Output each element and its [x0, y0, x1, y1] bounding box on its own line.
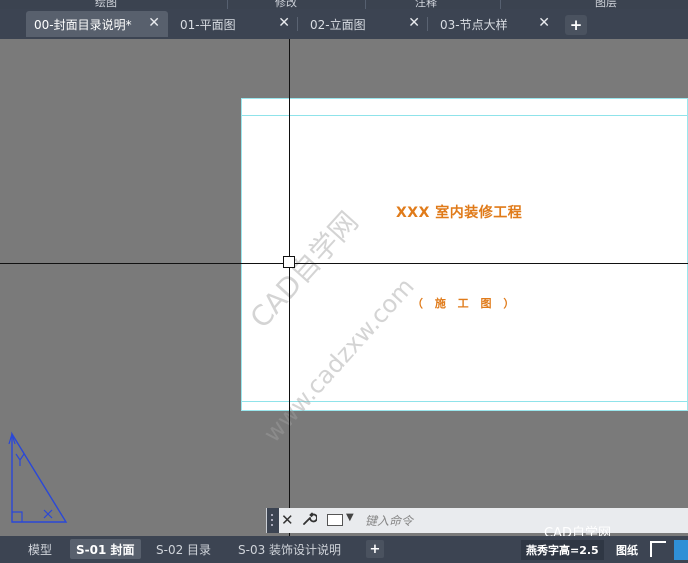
- crosshair-vertical: [289, 39, 290, 536]
- file-tab-details[interactable]: 03-节点大样 ✕: [432, 11, 558, 37]
- command-line-grip[interactable]: [267, 508, 279, 533]
- ribbon-panel-titles: 绘图 修改 注释 图层: [0, 0, 688, 9]
- crosshair-horizontal: [0, 263, 688, 264]
- ribbon-separator: [227, 0, 228, 9]
- close-icon[interactable]: ✕: [408, 15, 420, 31]
- tab-divider: [297, 17, 298, 31]
- close-icon[interactable]: ✕: [281, 511, 294, 529]
- file-tab-label: 01-平面图: [180, 17, 236, 32]
- text-height-status[interactable]: 燕秀字高=2.5: [521, 540, 604, 560]
- close-icon[interactable]: ✕: [278, 15, 290, 31]
- frame-line: [242, 115, 687, 116]
- layout-tab-index[interactable]: S-02 目录: [150, 539, 217, 559]
- close-icon[interactable]: ✕: [148, 15, 160, 31]
- layout-grid-icon[interactable]: [650, 541, 666, 557]
- add-layout-button[interactable]: +: [366, 540, 384, 558]
- drawing-canvas[interactable]: XXX 室内装修工程 （ 施 工 图 ） CAD自学网 www.cadzxw.c…: [0, 39, 688, 536]
- status-accent: [674, 540, 688, 560]
- drawing-title: XXX 室内装修工程: [396, 205, 523, 221]
- file-tab-label: 03-节点大样: [440, 17, 508, 32]
- file-tab-bar: 00-封面目录说明* ✕ 01-平面图 ✕ 02-立面图 ✕ 03-节点大样 ✕…: [0, 9, 688, 39]
- frame-line: [242, 401, 687, 402]
- layout-tab-design-notes[interactable]: S-03 装饰设计说明: [232, 539, 347, 559]
- layout-tab-bar: 模型 S-01 封面 S-02 目录 S-03 装饰设计说明 + 燕秀字高=2.…: [0, 536, 688, 563]
- command-input[interactable]: [363, 510, 667, 532]
- command-line: ✕ ▼: [266, 508, 688, 533]
- wrench-icon[interactable]: [301, 510, 317, 526]
- ribbon-panel-layers[interactable]: 图层: [595, 0, 617, 9]
- ribbon-panel-annotate[interactable]: 注释: [415, 0, 437, 9]
- ribbon-separator: [500, 0, 501, 9]
- new-tab-button[interactable]: +: [565, 15, 587, 35]
- chevron-down-icon[interactable]: ▼: [346, 512, 354, 523]
- file-tab-label: 00-封面目录说明*: [34, 17, 132, 32]
- paper-sheet: XXX 室内装修工程 （ 施 工 图 ）: [241, 98, 688, 411]
- file-tab-elevation[interactable]: 02-立面图 ✕: [302, 11, 428, 37]
- drawing-subtitle: （ 施 工 图 ）: [412, 297, 519, 310]
- close-icon[interactable]: ✕: [538, 15, 550, 31]
- ucs-icon: [8, 431, 68, 523]
- command-history-icon[interactable]: [327, 514, 343, 526]
- file-tab-plan[interactable]: 01-平面图 ✕: [172, 11, 298, 37]
- layout-tab-model[interactable]: 模型: [22, 539, 58, 559]
- ribbon-panel-modify[interactable]: 修改: [275, 0, 297, 9]
- cursor-pickbox: [283, 256, 295, 268]
- paper-space-toggle[interactable]: 图纸: [611, 540, 643, 560]
- ribbon-separator: [365, 0, 366, 9]
- file-tab-label: 02-立面图: [310, 17, 366, 32]
- layout-tab-cover[interactable]: S-01 封面: [70, 539, 141, 559]
- tab-divider: [427, 17, 428, 31]
- file-tab-cover[interactable]: 00-封面目录说明* ✕: [26, 11, 168, 37]
- ribbon-panel-draw[interactable]: 绘图: [95, 0, 117, 9]
